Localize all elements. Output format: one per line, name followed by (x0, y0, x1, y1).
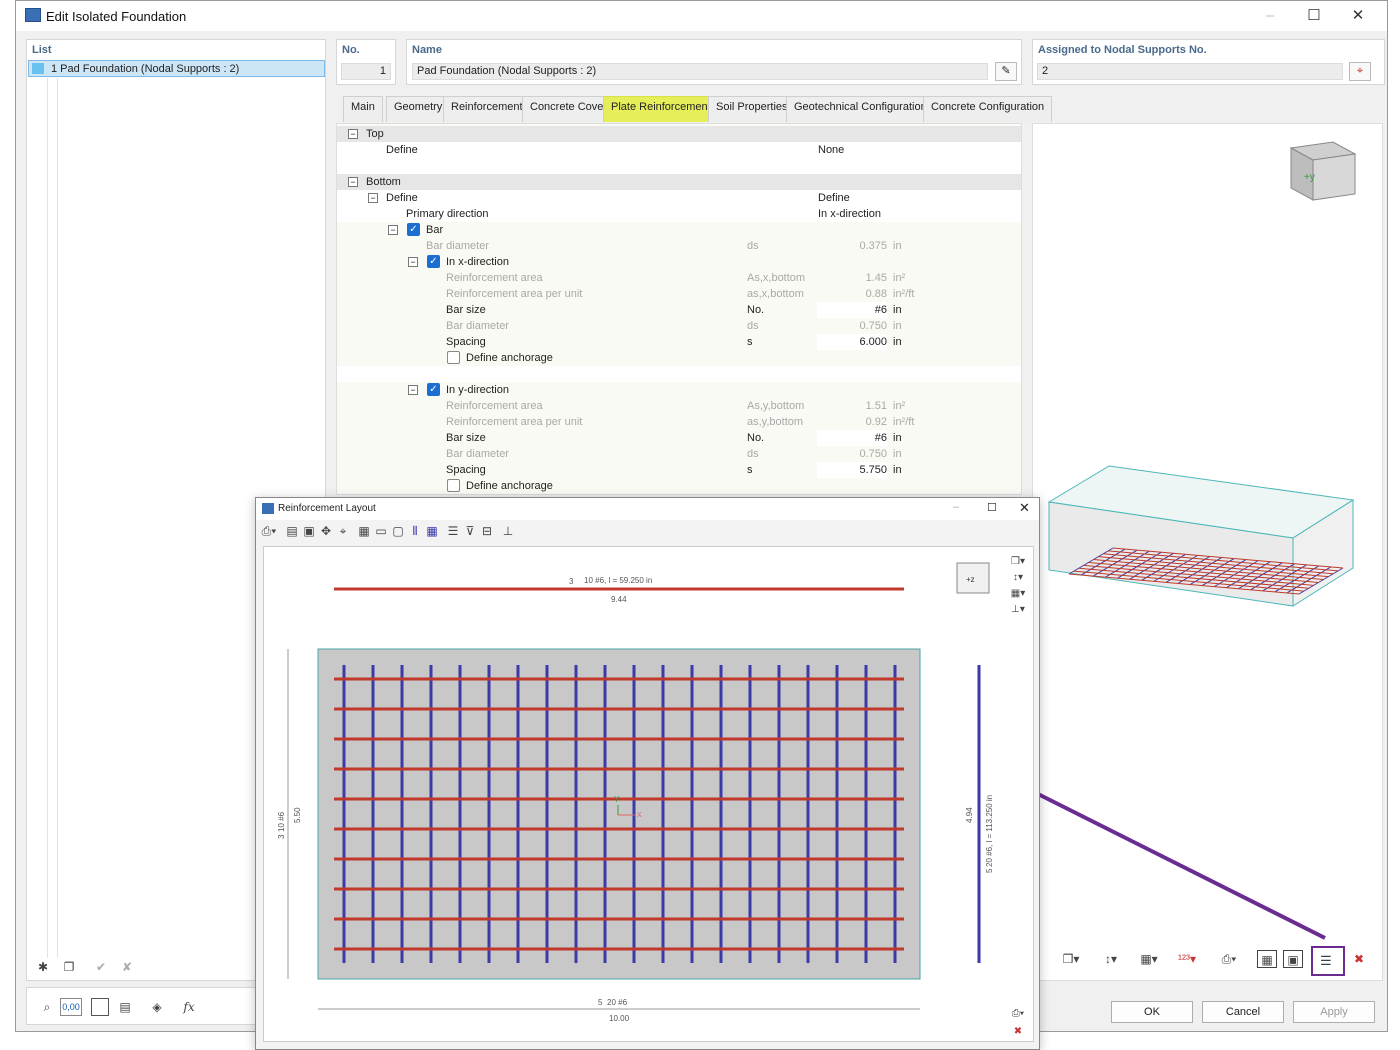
right-bar-label: 20 #6, l = 113.250 in (985, 795, 994, 867)
reinforcement-layout-window: Reinforcement Layout – ☐ ✕ ⎙▾ ▤ ▣ ✥ ⌖ ▦ … (255, 497, 1040, 1050)
layout-maximize-button[interactable]: ☐ (987, 501, 997, 514)
dimension-icon[interactable]: ⊥▾ (1008, 601, 1028, 619)
print-icon[interactable]: ⎙▾ (259, 522, 279, 540)
axis-y-label: Y (614, 795, 620, 804)
layout-toolbar: ⎙▾ ▤ ▣ ✥ ⌖ ▦ ▭ ▢ ⦀ ▦ ☰ ⊽ ⊟ ⊥ (256, 520, 1039, 542)
layout-drawing: 10 #6, l = 59.250 in 3 9.44 Y X 20 #6, l… (277, 562, 994, 1023)
layout-title: Reinforcement Layout (278, 503, 376, 514)
left-dim-mark: 3 (277, 834, 286, 839)
mesh-icon[interactable]: ▦ (422, 522, 442, 540)
dimension-icon[interactable]: ⊥ (498, 522, 518, 540)
bottom-dim-mark: 5 (598, 998, 603, 1007)
left-dim-label: 10 #6 (277, 811, 286, 832)
layout-title-bar: Reinforcement Layout – ☐ ✕ (256, 498, 1039, 520)
right-bar-dim: 4.94 (965, 807, 974, 823)
zoom-icon[interactable]: ⌖ (333, 522, 353, 540)
left-dim-value: 5.50 (293, 807, 302, 823)
layout-close-button[interactable]: ✕ (1019, 500, 1030, 516)
bottom-dim-value: 10.00 (609, 1014, 630, 1023)
top-bar-dim: 9.44 (611, 595, 627, 604)
axis-x-label: X (637, 812, 642, 819)
layout-canvas[interactable]: 10 #6, l = 59.250 in 3 9.44 Y X 20 #6, l… (263, 546, 1034, 1042)
layout-view-cube-label: +z (966, 575, 975, 584)
layers-icon[interactable]: ⊟ (477, 522, 497, 540)
print-icon[interactable]: ⎙▾ (1008, 1005, 1028, 1023)
reset-icon[interactable]: ✖ (1008, 1023, 1028, 1041)
right-bar-mark: 5 (985, 868, 994, 873)
top-bar-mark: 3 (569, 577, 574, 586)
bottom-dim-label: 20 #6 (607, 998, 628, 1007)
layout-minimize-button[interactable]: – (953, 501, 959, 513)
rfem-icon (262, 503, 274, 514)
top-bar-label: 10 #6, l = 59.250 in (584, 576, 652, 585)
slab-outline (317, 648, 921, 980)
